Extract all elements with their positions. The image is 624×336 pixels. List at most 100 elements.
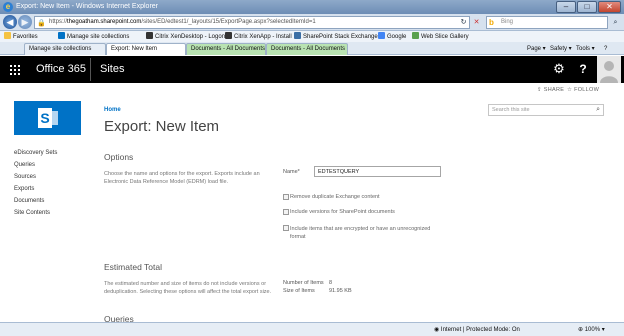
remove-duplicates-label: Remove duplicate Exchange content bbox=[290, 194, 380, 200]
include-encrypted-label: Include items that are encrypted or have… bbox=[290, 226, 431, 240]
favorites-bar: Favorites Manage site collections Citrix… bbox=[0, 31, 624, 42]
quicklaunch-documents[interactable]: Documents bbox=[14, 198, 44, 204]
sites-link[interactable]: Sites bbox=[100, 63, 124, 75]
tab-manage-site-collections[interactable]: Manage site collections bbox=[24, 43, 106, 55]
bing-icon: b bbox=[489, 18, 494, 27]
address-bar[interactable]: 🔒 https://thegoatham.sharepoint.com/site… bbox=[34, 16, 470, 29]
search-icon[interactable]: ⌕ bbox=[596, 106, 600, 114]
options-heading: Options bbox=[104, 152, 134, 162]
avatar[interactable] bbox=[597, 56, 621, 83]
quicklaunch-sources[interactable]: Sources bbox=[14, 174, 36, 180]
tab-row: Manage site collections Export: New Item… bbox=[0, 42, 624, 55]
tools-menu-label: Tools bbox=[576, 46, 591, 52]
ie-logo-icon: e bbox=[3, 2, 13, 12]
favorite-item[interactable]: SharePoint Stack Exchange bbox=[294, 32, 378, 41]
quicklaunch-exports[interactable]: Exports bbox=[14, 186, 34, 192]
star-icon bbox=[4, 32, 11, 39]
page-title: Export: New Item bbox=[104, 118, 220, 135]
webslice-icon bbox=[412, 32, 419, 39]
name-field[interactable]: EDTESTQUERY bbox=[314, 166, 441, 177]
zoom-control[interactable]: ⊕ 100% ▾ bbox=[578, 326, 605, 333]
include-versions-label: Include versions for SharePoint document… bbox=[290, 209, 395, 215]
quicklaunch-ediscovery-sets[interactable]: eDiscovery Sets bbox=[14, 150, 57, 156]
favorite-item[interactable]: Citrix XenApp - Install bbox=[225, 32, 292, 41]
share-action[interactable]: ⇪ SHARE bbox=[537, 87, 564, 93]
favorite-label: SharePoint Stack Exchange bbox=[303, 34, 378, 40]
items-size-label: Size of Items bbox=[283, 288, 315, 294]
favorites-button[interactable]: Favorites bbox=[4, 32, 38, 41]
address-row: ◀ ▶ 🔒 https://thegoatham.sharepoint.com/… bbox=[0, 14, 624, 31]
estimated-description: The estimated number and size of items d… bbox=[104, 281, 272, 295]
tab-label: Documents - All Documents bbox=[271, 46, 346, 52]
tab-label: Export: New Item bbox=[111, 46, 158, 52]
safety-menu-label: Safety bbox=[550, 46, 568, 52]
bing-search-box[interactable]: b Bing bbox=[486, 16, 608, 29]
favorite-item[interactable]: Web Slice Gallery bbox=[412, 32, 469, 41]
items-size-value: 91.95 KB bbox=[329, 288, 352, 294]
zone-label: Internet | Protected Mode: On bbox=[440, 327, 520, 333]
search-icon[interactable]: ⌕ bbox=[610, 17, 621, 28]
favorite-label: Citrix XenDesktop - Logon bbox=[155, 34, 226, 40]
quicklaunch-site-contents[interactable]: Site Contents bbox=[14, 210, 50, 216]
window-titlebar: e Export: New Item - Windows Internet Ex… bbox=[0, 0, 624, 14]
follow-label: FOLLOW bbox=[574, 87, 600, 93]
help-menu-icon[interactable]: ? bbox=[604, 44, 607, 54]
breadcrumb-home[interactable]: Home bbox=[104, 107, 121, 113]
refresh-icon[interactable]: ↻ bbox=[458, 17, 469, 28]
back-icon[interactable]: ◀ bbox=[3, 15, 17, 29]
name-label: Name* bbox=[283, 169, 300, 175]
google-icon bbox=[378, 32, 385, 39]
items-count-value: 8 bbox=[329, 280, 333, 286]
remove-duplicates-checkbox[interactable] bbox=[283, 194, 289, 200]
tools-menu[interactable]: Tools ▾ bbox=[576, 44, 595, 54]
sharepoint-icon bbox=[58, 32, 65, 39]
citrix-icon bbox=[225, 32, 232, 39]
stackexchange-icon bbox=[294, 32, 301, 39]
zoom-icon: ⊕ bbox=[578, 327, 585, 333]
citrix-icon bbox=[146, 32, 153, 39]
gear-icon[interactable]: ⚙ bbox=[550, 60, 568, 78]
forward-icon[interactable]: ▶ bbox=[18, 15, 32, 29]
follow-action[interactable]: ☆ FOLLOW bbox=[567, 87, 599, 93]
share-label: SHARE bbox=[543, 87, 565, 93]
favorite-item[interactable]: Citrix XenDesktop - Logon bbox=[146, 32, 225, 41]
follow-icon: ☆ bbox=[567, 87, 575, 93]
tab-documents-1[interactable]: Documents - All Documents bbox=[186, 43, 266, 55]
close-window-button[interactable]: ✕ bbox=[598, 1, 621, 13]
favorite-label: Manage site collections bbox=[67, 34, 130, 40]
favorite-item[interactable]: Manage site collections bbox=[58, 32, 129, 41]
site-search-input[interactable]: Search this site ⌕ bbox=[488, 104, 604, 116]
favorites-label: Favorites bbox=[13, 34, 38, 40]
items-count-label: Number of Items bbox=[283, 280, 324, 286]
sharepoint-logo[interactable]: S bbox=[14, 101, 81, 135]
favorite-label: Google bbox=[387, 34, 407, 40]
globe-icon: ◉ bbox=[434, 327, 441, 333]
window-title: Export: New Item - Windows Internet Expl… bbox=[16, 3, 158, 10]
help-icon[interactable]: ? bbox=[574, 60, 592, 78]
bing-placeholder: Bing bbox=[501, 19, 514, 25]
url-path: /sites/ED/edtest1/_layouts/15/ExportPage… bbox=[141, 19, 316, 25]
quicklaunch-queries[interactable]: Queries bbox=[14, 162, 35, 168]
zoom-label: 100% bbox=[584, 327, 601, 333]
estimated-total-heading: Estimated Total bbox=[104, 262, 162, 272]
search-placeholder: Search this site bbox=[492, 107, 530, 113]
waffle-icon[interactable] bbox=[0, 56, 28, 83]
minimize-button[interactable]: – bbox=[556, 1, 576, 13]
sharepoint-s-icon: S bbox=[38, 108, 52, 128]
tab-label: Documents - All Documents bbox=[191, 46, 266, 52]
include-versions-checkbox[interactable] bbox=[283, 209, 289, 215]
tab-export-new-item[interactable]: Export: New Item bbox=[106, 43, 186, 55]
office365-brand[interactable]: Office 365 bbox=[36, 63, 86, 75]
protected-mode-status[interactable]: ◉ Internet | Protected Mode: On bbox=[434, 326, 520, 333]
options-description: Choose the name and options for the expo… bbox=[104, 171, 260, 185]
tab-documents-2[interactable]: Documents - All Documents bbox=[266, 43, 348, 55]
safety-menu[interactable]: Safety ▾ bbox=[550, 44, 572, 54]
favorite-label: Web Slice Gallery bbox=[421, 34, 469, 40]
url-host: thegoatham.sharepoint.com bbox=[67, 19, 142, 25]
suite-divider bbox=[90, 58, 91, 81]
maximize-button[interactable]: □ bbox=[577, 1, 597, 13]
favorite-item[interactable]: Google bbox=[378, 32, 406, 41]
stop-icon[interactable]: ✕ bbox=[471, 17, 482, 28]
include-encrypted-checkbox[interactable] bbox=[283, 225, 289, 231]
page-menu[interactable]: Page ▾ bbox=[527, 44, 546, 54]
